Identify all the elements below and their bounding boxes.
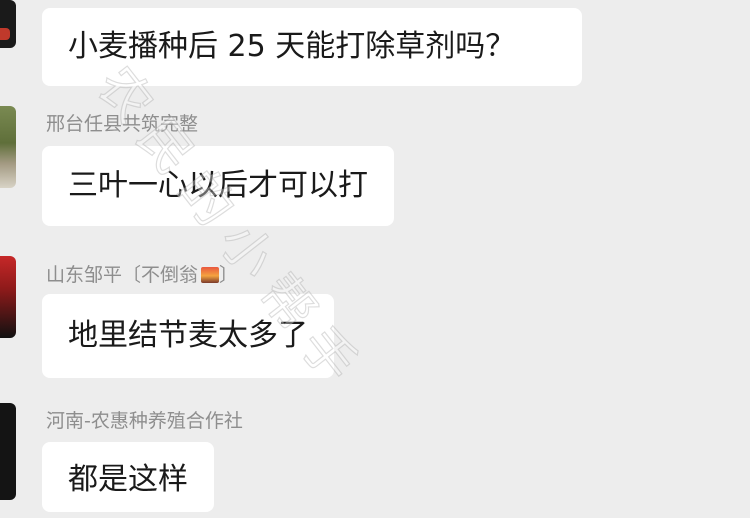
sender-name: 邢台任县共筑完整 (46, 113, 199, 135)
sender-name-suffix: 〕 (219, 264, 239, 286)
sunset-emoji-icon (201, 267, 220, 283)
message-bubble[interactable]: 都是这样 (42, 442, 214, 512)
message-bubble[interactable]: 小麦播种后 25 天能打除草剂吗？ (42, 8, 582, 86)
message-text: 都是这样 (68, 462, 188, 497)
message-bubble[interactable]: 三叶一心以后才可以打 (42, 146, 394, 226)
sender-name: 山东邹平〔不倒翁〕 (46, 264, 238, 286)
message-text: 地里结节麦太多了 (68, 318, 308, 353)
avatar[interactable] (0, 0, 16, 48)
message-text: 小麦播种后 25 天能打除草剂吗？ (68, 29, 516, 64)
sender-name: 河南-农惠种养殖合作社 (46, 410, 243, 432)
avatar[interactable] (0, 256, 16, 338)
avatar[interactable] (0, 403, 16, 500)
avatar[interactable] (0, 106, 16, 188)
message-text: 三叶一心以后才可以打 (68, 168, 368, 203)
message-bubble[interactable]: 地里结节麦太多了 (42, 294, 334, 378)
sender-name-prefix: 山东邹平〔不倒翁 (46, 264, 199, 286)
